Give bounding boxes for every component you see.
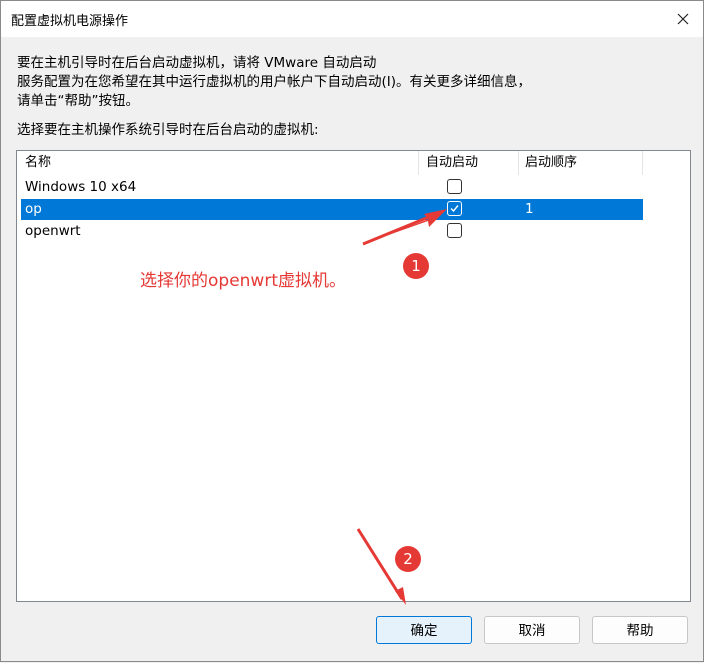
start-order: 1 xyxy=(525,201,534,217)
column-header-order[interactable]: 启动顺序 xyxy=(525,151,577,175)
vm-name: op xyxy=(25,201,42,217)
check-icon xyxy=(450,205,459,213)
column-separator[interactable] xyxy=(418,151,419,175)
description-text: 要在主机引导时在后台启动虚拟机，请将 VMware 自动启动 服务配置为在您希望… xyxy=(17,55,532,109)
autostart-checkbox[interactable] xyxy=(447,201,462,216)
column-separator[interactable] xyxy=(642,151,643,175)
table-row[interactable]: Windows 10 x64 xyxy=(21,177,643,198)
autostart-checkbox[interactable] xyxy=(447,223,462,238)
select-prompt: 选择要在主机操作系统引导时在后台启动的虚拟机: xyxy=(17,122,319,138)
help-button[interactable]: 帮助 xyxy=(592,616,688,644)
power-actions-dialog: 配置虚拟机电源操作 要在主机引导时在后台启动虚拟机，请将 VMware 自动启动… xyxy=(0,0,704,662)
column-header-name[interactable]: 名称 xyxy=(25,151,51,175)
column-separator[interactable] xyxy=(518,151,519,175)
vm-name: Windows 10 x64 xyxy=(25,179,137,195)
close-button[interactable] xyxy=(671,7,695,31)
cancel-button[interactable]: 取消 xyxy=(484,616,580,644)
window-title: 配置虚拟机电源操作 xyxy=(11,14,129,29)
vm-list[interactable]: 名称 自动启动 启动顺序 Windows 10 x64 op 1 openwrt xyxy=(16,150,691,602)
title-bar: 配置虚拟机电源操作 xyxy=(1,1,703,37)
vm-name: openwrt xyxy=(25,223,81,239)
close-icon xyxy=(677,13,689,25)
step-badge-1: 1 xyxy=(403,253,429,279)
annotation-text: 选择你的openwrt虚拟机。 xyxy=(140,271,346,291)
autostart-checkbox[interactable] xyxy=(447,179,462,194)
ok-button[interactable]: 确定 xyxy=(376,616,472,644)
column-header-autostart[interactable]: 自动启动 xyxy=(426,151,478,175)
table-row[interactable]: openwrt xyxy=(21,221,643,242)
step-badge-2: 2 xyxy=(395,546,421,572)
table-row[interactable]: op 1 xyxy=(21,199,643,220)
